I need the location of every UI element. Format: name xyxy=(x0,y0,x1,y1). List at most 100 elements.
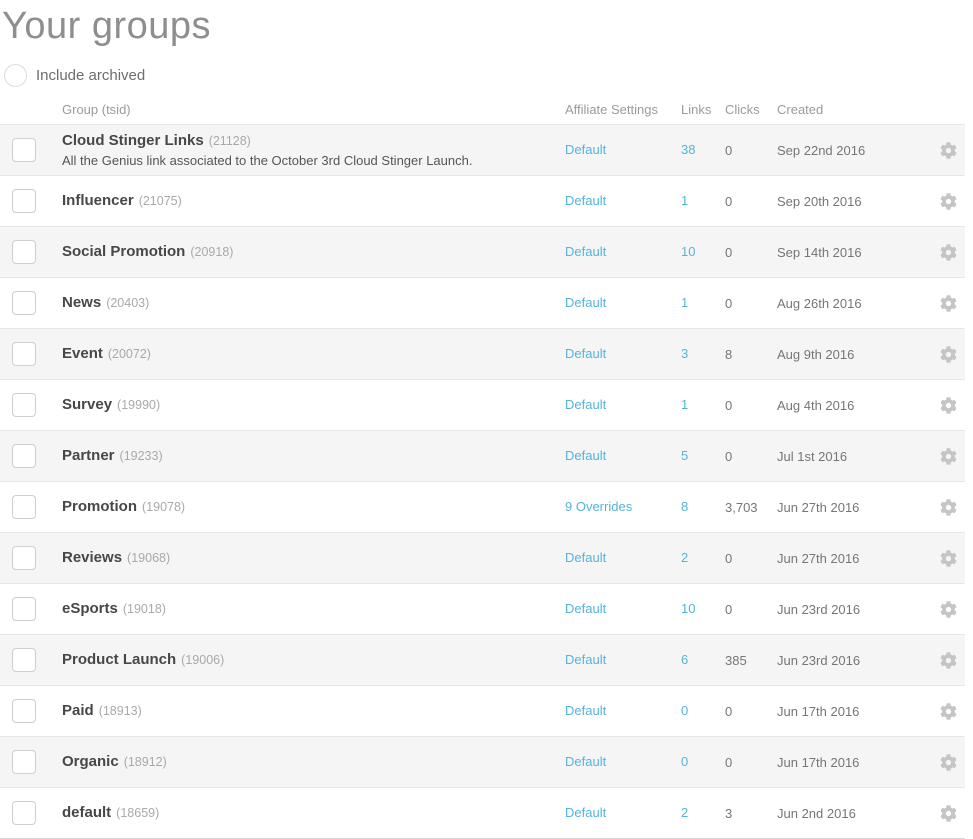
affiliate-settings-link[interactable]: Default xyxy=(565,448,606,463)
row-checkbox[interactable] xyxy=(12,189,36,213)
links-count-link[interactable]: 10 xyxy=(681,244,695,259)
gear-icon[interactable] xyxy=(940,193,957,210)
group-tsid: (19233) xyxy=(120,449,163,463)
affiliate-settings-link[interactable]: 9 Overrides xyxy=(565,499,632,514)
links-count-link[interactable]: 38 xyxy=(681,142,695,157)
affiliate-settings-link[interactable]: Default xyxy=(565,754,606,769)
affiliate-settings-link[interactable]: Default xyxy=(565,397,606,412)
group-name-link[interactable]: eSports xyxy=(62,600,118,617)
table-row: Survey(19990) Default 1 0 Aug 4th 2016 xyxy=(0,379,965,430)
include-archived-radio-icon[interactable] xyxy=(4,64,27,87)
links-count-link[interactable]: 0 xyxy=(681,754,688,769)
group-name-link[interactable]: Reviews xyxy=(62,549,122,566)
include-archived-control[interactable]: Include archived xyxy=(4,63,973,87)
group-name-link[interactable]: Product Launch xyxy=(62,651,176,668)
affiliate-settings-link[interactable]: Default xyxy=(565,244,606,259)
group-name-cell: Promotion(19078) xyxy=(62,497,565,517)
group-name-link[interactable]: Event xyxy=(62,345,103,362)
group-name-link[interactable]: Influencer xyxy=(62,192,134,209)
group-name-link[interactable]: Paid xyxy=(62,702,94,719)
group-name-link[interactable]: Survey xyxy=(62,396,112,413)
group-name-link[interactable]: Social Promotion xyxy=(62,243,185,260)
affiliate-settings-link[interactable]: Default xyxy=(565,805,606,820)
row-checkbox[interactable] xyxy=(12,291,36,315)
group-name-link[interactable]: Promotion xyxy=(62,498,137,515)
row-actions-cell xyxy=(932,295,965,312)
affiliate-settings-link[interactable]: Default xyxy=(565,295,606,310)
gear-icon[interactable] xyxy=(940,754,957,771)
links-count-link[interactable]: 5 xyxy=(681,448,688,463)
row-checkbox[interactable] xyxy=(12,393,36,417)
clicks-count: 3,703 xyxy=(725,500,777,515)
links-count-link[interactable]: 3 xyxy=(681,346,688,361)
row-checkbox[interactable] xyxy=(12,138,36,162)
affiliate-settings-link[interactable]: Default xyxy=(565,703,606,718)
affiliate-settings-link[interactable]: Default xyxy=(565,346,606,361)
clicks-count: 0 xyxy=(725,602,777,617)
affiliate-settings-link[interactable]: Default xyxy=(565,193,606,208)
created-date: Sep 14th 2016 xyxy=(777,245,932,260)
links-count-link[interactable]: 6 xyxy=(681,652,688,667)
row-checkbox[interactable] xyxy=(12,444,36,468)
links-count-link[interactable]: 0 xyxy=(681,703,688,718)
links-count-link[interactable]: 2 xyxy=(681,805,688,820)
gear-icon[interactable] xyxy=(940,244,957,261)
gear-icon[interactable] xyxy=(940,652,957,669)
created-date: Jul 1st 2016 xyxy=(777,449,932,464)
affiliate-settings-cell: Default xyxy=(565,651,681,669)
affiliate-settings-link[interactable]: Default xyxy=(565,601,606,616)
gear-icon[interactable] xyxy=(940,550,957,567)
group-tsid: (20072) xyxy=(108,347,151,361)
links-count-link[interactable]: 1 xyxy=(681,193,688,208)
group-name-link[interactable]: News xyxy=(62,294,101,311)
links-count-link[interactable]: 2 xyxy=(681,550,688,565)
group-name-link[interactable]: Organic xyxy=(62,753,119,770)
row-checkbox-cell xyxy=(0,699,62,723)
row-checkbox-cell xyxy=(0,648,62,672)
gear-icon[interactable] xyxy=(940,499,957,516)
row-checkbox[interactable] xyxy=(12,597,36,621)
row-checkbox-cell xyxy=(0,444,62,468)
affiliate-settings-link[interactable]: Default xyxy=(565,550,606,565)
links-cell: 5 xyxy=(681,447,725,465)
row-checkbox[interactable] xyxy=(12,342,36,366)
links-count-link[interactable]: 8 xyxy=(681,499,688,514)
affiliate-settings-link[interactable]: Default xyxy=(565,142,606,157)
row-checkbox[interactable] xyxy=(12,495,36,519)
row-checkbox[interactable] xyxy=(12,240,36,264)
gear-icon[interactable] xyxy=(940,601,957,618)
group-name-link[interactable]: Partner xyxy=(62,447,115,464)
clicks-count: 0 xyxy=(725,704,777,719)
gear-icon[interactable] xyxy=(940,805,957,822)
row-checkbox[interactable] xyxy=(12,801,36,825)
row-checkbox[interactable] xyxy=(12,750,36,774)
group-tsid: (19068) xyxy=(127,551,170,565)
links-count-link[interactable]: 1 xyxy=(681,295,688,310)
row-actions-cell xyxy=(932,193,965,210)
group-name-cell: Product Launch(19006) xyxy=(62,650,565,670)
table-row: Paid(18913) Default 0 0 Jun 17th 2016 xyxy=(0,685,965,736)
gear-icon[interactable] xyxy=(940,448,957,465)
row-checkbox[interactable] xyxy=(12,699,36,723)
row-checkbox[interactable] xyxy=(12,648,36,672)
gear-icon[interactable] xyxy=(940,142,957,159)
row-actions-cell xyxy=(932,703,965,720)
gear-icon[interactable] xyxy=(940,397,957,414)
gear-icon[interactable] xyxy=(940,295,957,312)
gear-icon[interactable] xyxy=(940,346,957,363)
column-header-links: Links xyxy=(681,102,725,117)
group-name-link[interactable]: Cloud Stinger Links xyxy=(62,132,204,149)
row-checkbox[interactable] xyxy=(12,546,36,570)
affiliate-settings-cell: Default xyxy=(565,804,681,822)
row-checkbox-cell xyxy=(0,393,62,417)
row-checkbox-cell xyxy=(0,240,62,264)
links-count-link[interactable]: 1 xyxy=(681,397,688,412)
column-header-created: Created xyxy=(777,102,932,117)
column-header-group: Group (tsid) xyxy=(62,102,565,117)
row-actions-cell xyxy=(932,805,965,822)
affiliate-settings-link[interactable]: Default xyxy=(565,652,606,667)
gear-icon[interactable] xyxy=(940,703,957,720)
links-count-link[interactable]: 10 xyxy=(681,601,695,616)
group-name-link[interactable]: default xyxy=(62,804,111,821)
group-description: All the Genius link associated to the Oc… xyxy=(62,152,555,169)
